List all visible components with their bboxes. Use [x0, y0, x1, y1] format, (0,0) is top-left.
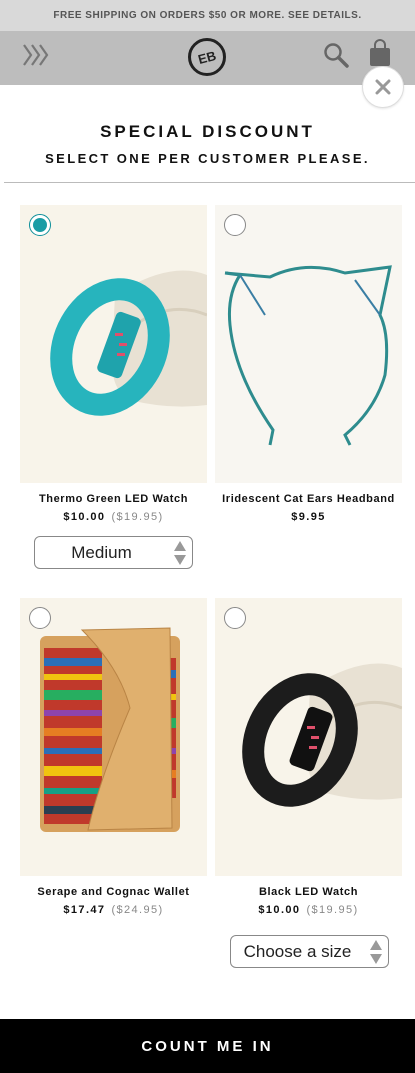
product-card-serape-wallet[interactable]: Serape and Cognac Wallet $17.47 ($24.95) [20, 598, 207, 916]
size-select-thermo-watch[interactable]: Medium [34, 536, 193, 569]
product-name[interactable]: Thermo Green LED Watch [20, 492, 207, 507]
product-price: $10.00 ($19.95) [63, 511, 164, 523]
modal-title: SPECIAL DISCOUNT [100, 122, 315, 141]
select-arrows-icon [364, 939, 388, 965]
count-me-in-button[interactable]: COUNT ME IN [0, 1019, 415, 1073]
product-name[interactable]: Black LED Watch [215, 885, 402, 900]
product-image-cat-ears[interactable] [215, 205, 402, 483]
divider [4, 182, 415, 183]
product-card-cat-ears[interactable]: Iridescent Cat Ears Headband $9.95 [215, 205, 402, 523]
product-image-serape-wallet[interactable] [20, 598, 207, 876]
select-radio-serape-wallet[interactable] [29, 607, 51, 629]
search-icon[interactable] [322, 41, 350, 69]
select-arrows-icon [168, 540, 192, 566]
close-icon [375, 79, 391, 95]
product-price: $10.00 ($19.95) [258, 904, 359, 916]
product-image-thermo-watch[interactable] [20, 205, 207, 483]
shipping-banner-text[interactable]: FREE SHIPPING ON ORDERS $50 OR MORE. SEE… [53, 10, 361, 21]
product-image-black-watch[interactable] [215, 598, 402, 876]
product-name[interactable]: Iridescent Cat Ears Headband [215, 492, 402, 507]
menu-chevrons-icon[interactable] [22, 41, 52, 71]
site-header: EB [0, 31, 415, 85]
product-card-thermo-watch[interactable]: Thermo Green LED Watch $10.00 ($19.95) [20, 205, 207, 523]
modal-subtitle: SELECT ONE PER CUSTOMER PLEASE. [45, 151, 370, 166]
size-select-black-watch[interactable]: Choose a size [230, 935, 389, 968]
shipping-banner[interactable]: FREE SHIPPING ON ORDERS $50 OR MORE. SEE… [0, 0, 415, 31]
select-radio-thermo-watch[interactable] [29, 214, 51, 236]
select-radio-cat-ears[interactable] [224, 214, 246, 236]
brand-logo[interactable]: EB [188, 38, 226, 76]
select-radio-black-watch[interactable] [224, 607, 246, 629]
product-card-black-watch[interactable]: Black LED Watch $10.00 ($19.95) [215, 598, 402, 916]
product-price: $9.95 [291, 511, 326, 523]
close-button[interactable] [362, 66, 404, 108]
product-name[interactable]: Serape and Cognac Wallet [20, 885, 207, 900]
shopping-bag-icon[interactable] [367, 38, 393, 68]
product-price: $17.47 ($24.95) [63, 904, 164, 916]
